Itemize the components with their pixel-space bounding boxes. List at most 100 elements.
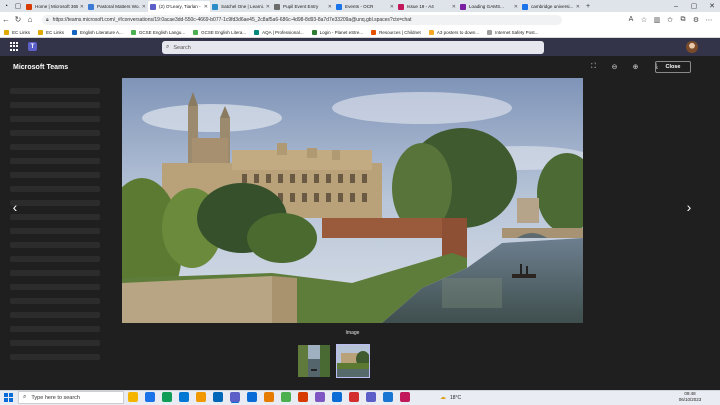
bookmark-favicon-icon <box>254 29 260 35</box>
taskbar-app-icon[interactable] <box>281 392 291 402</box>
browser-tab[interactable]: Loading GAMS... ✕ <box>458 1 520 12</box>
zoom-out-icon[interactable]: ⊖ <box>610 62 619 72</box>
bookmark-favicon-icon <box>487 29 493 35</box>
browser-tab[interactable]: Home | Microsoft 365 ✕ <box>24 1 86 12</box>
bookmark-label: GCSE English Litera... <box>201 29 247 35</box>
read-aloud-icon[interactable]: A <box>626 15 636 25</box>
split-screen-icon[interactable]: ▥ <box>652 15 662 25</box>
extensions-icon[interactable]: ⚙ <box>691 15 701 25</box>
taskbar-app-icon[interactable] <box>400 392 410 402</box>
tab-close-icon[interactable]: ✕ <box>514 4 518 10</box>
tab-close-icon[interactable]: ✕ <box>576 4 580 10</box>
fit-to-screen-icon[interactable]: ⛶ <box>589 62 598 72</box>
tab-label: Issue 19 - A4 <box>407 4 434 9</box>
zoom-in-icon[interactable]: ⊕ <box>631 62 640 72</box>
bookmark-label: AQA | Professional... <box>262 29 304 35</box>
start-button[interactable] <box>4 393 13 402</box>
browser-tab[interactable]: Events - OCR ✕ <box>334 1 396 12</box>
tab-close-icon[interactable]: ✕ <box>266 4 270 10</box>
taskbar-search-placeholder: Type here to search <box>31 394 80 401</box>
next-image-button[interactable]: › <box>684 199 694 215</box>
bookmark-favicon-icon <box>38 29 44 35</box>
browser-tab[interactable]: (2) O'Leary, Tiarlan - ✕ <box>148 1 210 12</box>
app-launcher-icon[interactable] <box>10 42 19 51</box>
clock[interactable]: 09:48 06/10/2023 <box>676 391 704 404</box>
teams-search-input[interactable]: ⌕ Search <box>162 41 544 54</box>
taskbar-app-icon[interactable] <box>230 392 240 402</box>
bookmark-item[interactable]: Login - Planet eStre... <box>311 29 364 35</box>
taskbar-app-icon[interactable] <box>298 392 308 402</box>
taskbar-app-icon[interactable] <box>366 392 376 402</box>
favorites-icon[interactable]: ✩ <box>665 15 675 25</box>
browser-tab[interactable]: Issue 19 - A4 ✕ <box>396 1 458 12</box>
minimize-icon[interactable]: – <box>668 0 684 12</box>
taskbar-app-icon[interactable] <box>213 392 223 402</box>
taskbar-app-icon[interactable] <box>128 392 138 402</box>
taskbar-app-icon[interactable] <box>162 392 172 402</box>
taskbar-app-icon[interactable] <box>247 392 257 402</box>
taskbar-app-icon[interactable] <box>315 392 325 402</box>
taskbar-app-icon[interactable] <box>264 392 274 402</box>
bookmark-item[interactable]: EC Links <box>4 29 30 35</box>
bookmark-item[interactable]: Internet Safety Post... <box>487 29 539 35</box>
bookmark-favicon-icon <box>311 29 317 35</box>
refresh-icon[interactable]: ↻ <box>12 12 24 27</box>
bookmark-item[interactable]: English Literature A... <box>72 29 123 35</box>
taskbar-app-icon[interactable] <box>196 392 206 402</box>
profile-icon[interactable]: ◔ <box>0 0 12 12</box>
avatar[interactable] <box>686 41 698 53</box>
tab-close-icon[interactable]: ✕ <box>452 4 456 10</box>
close-button[interactable]: Close <box>655 61 691 73</box>
tab-actions-icon[interactable]: ▢ <box>12 0 24 12</box>
tab-close-icon[interactable]: ✕ <box>328 4 332 10</box>
clock-date: 06/10/2023 <box>678 397 702 402</box>
bookmark-item[interactable]: GCSE English Litera... <box>193 29 247 35</box>
tab-close-icon[interactable]: ✕ <box>80 4 84 10</box>
tab-close-icon[interactable]: ✕ <box>204 4 208 10</box>
url-text: https://teams.microsoft.com/_#/conversat… <box>52 16 412 23</box>
url-field[interactable]: 🔒︎ https://teams.microsoft.com/_#/conver… <box>42 14 562 25</box>
previous-image-button[interactable]: ‹ <box>10 199 20 215</box>
thumbnail-punt-boats[interactable] <box>298 345 330 377</box>
search-icon: ⌕ <box>166 44 170 50</box>
back-icon[interactable]: ← <box>0 12 12 27</box>
taskbar-search-input[interactable]: ⌕ Type here to search <box>18 391 124 404</box>
collections-icon[interactable]: ⧉ <box>678 15 688 25</box>
thumbnail-college[interactable] <box>336 344 370 378</box>
maximize-icon[interactable]: ▢ <box>686 0 702 12</box>
bookmark-item[interactable]: Resources | Childnet <box>371 29 421 35</box>
lock-icon: 🔒︎ <box>46 16 49 23</box>
more-icon[interactable]: ⋯ <box>704 15 714 25</box>
home-icon[interactable]: ⌂ <box>24 12 36 27</box>
bookmark-favicon-icon <box>72 29 78 35</box>
tab-favicon-icon <box>88 3 94 10</box>
browser-tab[interactable]: Pastoral Matters Wo... ✕ <box>86 1 148 12</box>
browser-tab[interactable]: Satchel One | Learni... ✕ <box>210 1 272 12</box>
tab-close-icon[interactable]: ✕ <box>390 4 394 10</box>
close-window-icon[interactable]: ✕ <box>704 0 720 12</box>
bookmark-item[interactable]: AQA | Professional... <box>254 29 304 35</box>
bookmark-label: Login - Planet eStre... <box>319 29 364 35</box>
new-tab-button[interactable]: + <box>582 0 594 12</box>
bookmark-label: Internet Safety Post... <box>495 29 539 35</box>
viewer-title: Microsoft Teams <box>13 64 69 71</box>
bookmark-favicon-icon <box>428 29 434 35</box>
bookmark-item[interactable]: GCSE English Langu... <box>130 29 185 35</box>
taskbar-app-icon[interactable] <box>383 392 393 402</box>
bookmark-item[interactable]: A3 posters to down... <box>428 29 479 35</box>
weather-icon[interactable]: ☁ <box>440 394 446 401</box>
tab-close-icon[interactable]: ✕ <box>142 4 146 10</box>
browser-tab[interactable]: cambridge universi... ✕ <box>520 1 582 12</box>
bookmark-item[interactable]: EC Links <box>38 29 64 35</box>
taskbar-app-icon[interactable] <box>349 392 359 402</box>
taskbar-app-icon[interactable] <box>145 392 155 402</box>
tab-label: (2) O'Leary, Tiarlan - <box>159 4 201 9</box>
tab-favicon-icon <box>26 3 32 10</box>
college-river-image <box>122 78 583 323</box>
browser-tab[interactable]: Pupil Event Entry ✕ <box>272 1 334 12</box>
favorite-star-icon[interactable]: ☆ <box>639 15 649 25</box>
bookmark-label: English Literature A... <box>80 29 123 35</box>
browser-tab-strip: ◔ ▢ Home | Microsoft 365 ✕ Pastoral Matter… <box>0 0 720 12</box>
taskbar-app-icon[interactable] <box>179 392 189 402</box>
taskbar-app-icon[interactable] <box>332 392 342 402</box>
